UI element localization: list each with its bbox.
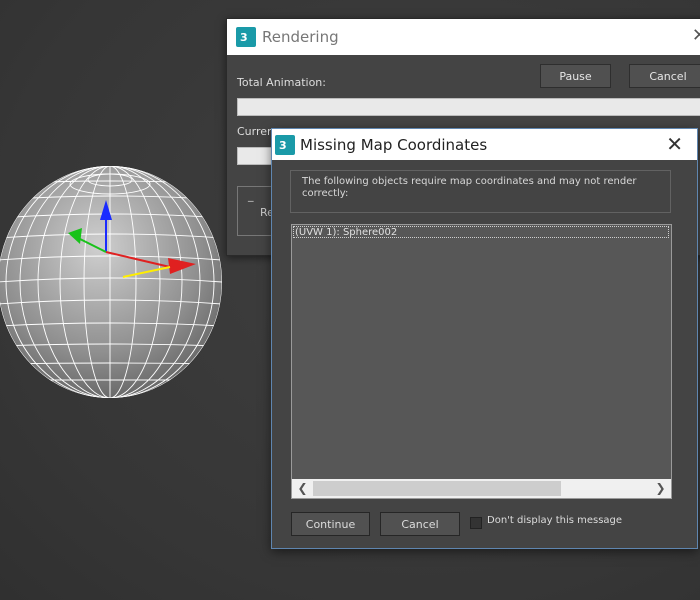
dont-display-checkbox[interactable] [470,517,482,529]
dialog-title: Missing Map Coordinates [300,136,488,154]
chevron-right-icon[interactable]: ❯ [652,480,669,497]
3ds-max-logo-icon: 3 [275,135,295,155]
chevron-left-icon[interactable]: ❮ [294,480,311,497]
total-animation-label: Total Animation: [237,76,326,89]
continue-button[interactable]: Continue [291,512,370,536]
horizontal-scrollbar[interactable]: ❮ ❯ [292,479,671,498]
missing-map-coordinates-dialog: 3 Missing Map Coordinates ✕ The followin… [271,128,698,549]
3ds-max-logo-icon: 3 [236,27,256,47]
dialog-titlebar[interactable]: 3 Missing Map Coordinates ✕ [272,129,697,160]
total-animation-progress [237,98,700,116]
rendering-titlebar[interactable]: 3 Rendering ✕ [227,19,700,55]
cancel-button[interactable]: Cancel [380,512,460,536]
message-group: The following objects require map coordi… [290,170,671,213]
pause-button[interactable]: Pause [540,64,611,88]
scrollbar-thumb[interactable] [313,481,561,496]
close-icon[interactable]: ✕ [666,132,683,156]
current-label: Curren [237,125,275,138]
svg-text:3: 3 [240,31,248,44]
checkbox-label: Don't display this message [487,515,623,526]
render-partial-text: _ [248,189,254,202]
objects-list[interactable]: (UVW 1): Sphere002 ❮ ❯ [291,224,672,499]
rendering-title: Rendering [262,28,339,46]
render-cancel-button[interactable]: Cancel [629,64,700,88]
list-item[interactable]: (UVW 1): Sphere002 [293,226,669,238]
sphere-object[interactable] [0,160,230,405]
svg-text:3: 3 [279,139,287,152]
close-icon[interactable]: ✕ [692,25,700,46]
dialog-message: The following objects require map coordi… [302,176,637,199]
